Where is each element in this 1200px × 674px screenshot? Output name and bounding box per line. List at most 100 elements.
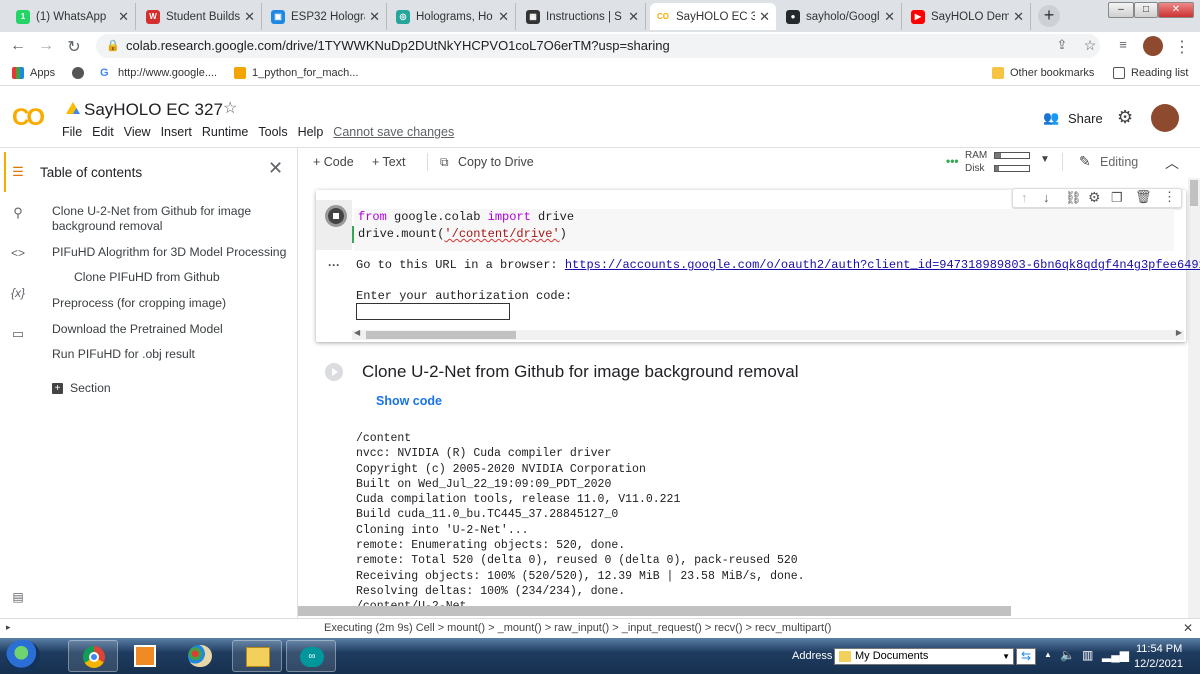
auth-code-input[interactable] bbox=[356, 303, 510, 320]
bookmark-star-icon[interactable]: ☆ bbox=[1080, 37, 1100, 54]
close-window-button[interactable]: ✕ bbox=[1158, 2, 1194, 18]
notebook-title[interactable]: SayHOLO EC 327 bbox=[84, 100, 223, 120]
show-hidden-icons[interactable]: ▲ bbox=[1044, 650, 1052, 659]
browser-menu-icon[interactable]: ⋮ bbox=[1172, 37, 1192, 57]
browser-tab[interactable]: ▣ ESP32 Hologra ✕ bbox=[265, 3, 387, 30]
menu-insert[interactable]: Insert bbox=[161, 125, 192, 139]
disk-meter[interactable] bbox=[994, 165, 1030, 172]
bookmark-globe[interactable] bbox=[72, 67, 90, 79]
menu-runtime[interactable]: Runtime bbox=[202, 125, 249, 139]
code-editor[interactable]: from google.colab import drive drive.mou… bbox=[352, 209, 1174, 251]
add-text-button[interactable]: + Text bbox=[372, 155, 405, 169]
add-section-button[interactable]: + Section bbox=[52, 381, 111, 396]
files-folder-icon[interactable]: ▭ bbox=[8, 326, 28, 342]
forward-icon[interactable]: → bbox=[36, 37, 56, 55]
toc-item-preprocess[interactable]: Preprocess (for cropping image) bbox=[52, 296, 292, 311]
cannot-save-link[interactable]: Cannot save changes bbox=[333, 125, 454, 139]
close-tab-icon[interactable]: ✕ bbox=[759, 9, 770, 25]
stop-execution-button[interactable] bbox=[325, 205, 347, 227]
move-up-icon[interactable]: ↑ bbox=[1021, 190, 1028, 205]
output-menu-icon[interactable]: ··· bbox=[328, 258, 340, 272]
taskbar-chrome[interactable] bbox=[68, 640, 118, 672]
new-tab-button[interactable]: + bbox=[1038, 5, 1060, 27]
taskbar-paint[interactable] bbox=[178, 640, 222, 672]
code-snippets-icon[interactable]: <> bbox=[8, 246, 28, 260]
minimize-button[interactable]: – bbox=[1108, 2, 1134, 18]
bookmark-apps[interactable]: Apps bbox=[12, 67, 55, 79]
browser-tab[interactable]: CO SayHOLO EC 32 ✕ bbox=[650, 3, 776, 30]
profile-avatar[interactable] bbox=[1143, 36, 1163, 56]
close-tab-icon[interactable]: ✕ bbox=[498, 9, 509, 25]
menu-file[interactable]: File bbox=[62, 125, 82, 139]
browser-tab[interactable]: ◎ Holograms, Ho ✕ bbox=[390, 3, 516, 30]
browser-tab[interactable]: 1 (1) WhatsApp ✕ bbox=[10, 3, 136, 30]
resources-dropdown-icon[interactable]: ▼ bbox=[1040, 154, 1050, 165]
move-down-icon[interactable]: ↓ bbox=[1043, 190, 1050, 205]
show-code-link[interactable]: Show code bbox=[376, 394, 442, 408]
taskbar-address-input[interactable]: My Documents ▼ bbox=[834, 648, 1014, 665]
toc-item-clone-u2net[interactable]: Clone U-2-Net from Github for image back… bbox=[52, 204, 262, 234]
reload-icon[interactable]: ↻ bbox=[64, 37, 84, 57]
link-icon[interactable]: ⛓ bbox=[1065, 190, 1082, 206]
main-horizontal-scrollbar[interactable] bbox=[298, 606, 1011, 616]
device-icon[interactable]: ▥ bbox=[1082, 648, 1093, 662]
expand-arrow-icon[interactable]: ▸ bbox=[6, 622, 11, 633]
horizontal-scroll-thumb[interactable] bbox=[366, 331, 516, 339]
bookmark-reading-list[interactable]: Reading list bbox=[1113, 67, 1188, 79]
clock-time[interactable]: 11:54 PM bbox=[1136, 643, 1182, 655]
more-options-icon[interactable]: ⋮ bbox=[1163, 189, 1176, 205]
menu-view[interactable]: View bbox=[124, 125, 151, 139]
close-tab-icon[interactable]: ✕ bbox=[628, 9, 639, 25]
share-button[interactable]: Share bbox=[1068, 111, 1103, 126]
dropdown-arrow-icon[interactable]: ▼ bbox=[1002, 649, 1010, 664]
scroll-left-icon[interactable]: ◀ bbox=[354, 328, 360, 337]
toc-item-run-pifuhd[interactable]: Run PIFuHD for .obj result bbox=[52, 347, 292, 362]
toc-list-icon[interactable]: ☰ bbox=[8, 164, 28, 180]
delete-icon[interactable]: 🗑 bbox=[1135, 189, 1152, 205]
bookmark-google[interactable]: Ghttp://www.google.... bbox=[100, 67, 217, 79]
browser-tab[interactable]: ▶ SayHOLO Dem ✕ bbox=[905, 3, 1031, 30]
toc-item-clone-pifuhd[interactable]: Clone PIFuHD from Github bbox=[74, 270, 274, 285]
close-tab-icon[interactable]: ✕ bbox=[118, 9, 129, 25]
collapse-chevron-icon[interactable]: ︿ bbox=[1165, 153, 1179, 173]
mirror-cell-icon[interactable]: ❐ bbox=[1111, 190, 1123, 206]
taskbar-explorer[interactable] bbox=[232, 640, 282, 672]
reading-list-icon[interactable]: ≡ bbox=[1113, 37, 1133, 52]
menu-help[interactable]: Help bbox=[298, 125, 324, 139]
start-button[interactable] bbox=[6, 640, 40, 672]
close-tab-icon[interactable]: ✕ bbox=[244, 9, 255, 25]
copy-to-drive-button[interactable]: Copy to Drive bbox=[458, 155, 534, 169]
colab-logo[interactable]: CO bbox=[12, 104, 45, 132]
ram-meter[interactable] bbox=[994, 152, 1030, 159]
network-signal-icon[interactable]: ▂▄▆ bbox=[1102, 648, 1129, 662]
terminal-icon[interactable]: ▤ bbox=[8, 590, 28, 604]
vertical-scrollbar[interactable] bbox=[1188, 178, 1200, 618]
menu-tools[interactable]: Tools bbox=[258, 125, 287, 139]
taskbar-arduino[interactable]: ∞ bbox=[286, 640, 336, 672]
bookmark-other[interactable]: Other bookmarks bbox=[992, 67, 1094, 79]
scroll-right-icon[interactable]: ▶ bbox=[1176, 328, 1182, 337]
share-page-icon[interactable]: ⇪ bbox=[1052, 37, 1072, 53]
browser-tab[interactable]: ▦ Instructions | S ✕ bbox=[520, 3, 646, 30]
close-status-icon[interactable]: ✕ bbox=[1183, 621, 1193, 635]
editing-mode-button[interactable]: Editing bbox=[1100, 155, 1138, 169]
close-tab-icon[interactable]: ✕ bbox=[369, 9, 380, 25]
settings-gear-icon[interactable]: ⚙ bbox=[1117, 107, 1133, 128]
taskbar-media-player[interactable] bbox=[122, 640, 166, 672]
add-code-button[interactable]: + Code bbox=[313, 155, 354, 169]
bookmark-python[interactable]: 1_python_for_mach... bbox=[234, 67, 358, 79]
clock-date[interactable]: 12/2/2021 bbox=[1134, 658, 1183, 670]
volume-icon[interactable]: 🔈 bbox=[1060, 648, 1075, 662]
browser-tab[interactable]: ● sayholo/Googl ✕ bbox=[780, 3, 902, 30]
user-avatar[interactable] bbox=[1151, 104, 1179, 132]
star-icon[interactable]: ☆ bbox=[223, 98, 237, 118]
close-icon[interactable]: ✕ bbox=[268, 158, 283, 179]
address-bar[interactable]: 🔒 colab.research.google.com/drive/1TYWWK… bbox=[96, 34, 1100, 58]
close-tab-icon[interactable]: ✕ bbox=[884, 9, 895, 25]
run-cell-button[interactable] bbox=[325, 363, 343, 381]
browser-tab[interactable]: W Student Builds ✕ bbox=[140, 3, 262, 30]
toc-item-pifuhd-algorithm[interactable]: PIFuHD Alogrithm for 3D Model Processing bbox=[52, 245, 292, 260]
vertical-scroll-thumb[interactable] bbox=[1190, 180, 1198, 206]
output-horizontal-scrollbar[interactable]: ◀ ▶ bbox=[352, 328, 1184, 340]
go-button[interactable]: ⇆ bbox=[1016, 648, 1036, 665]
